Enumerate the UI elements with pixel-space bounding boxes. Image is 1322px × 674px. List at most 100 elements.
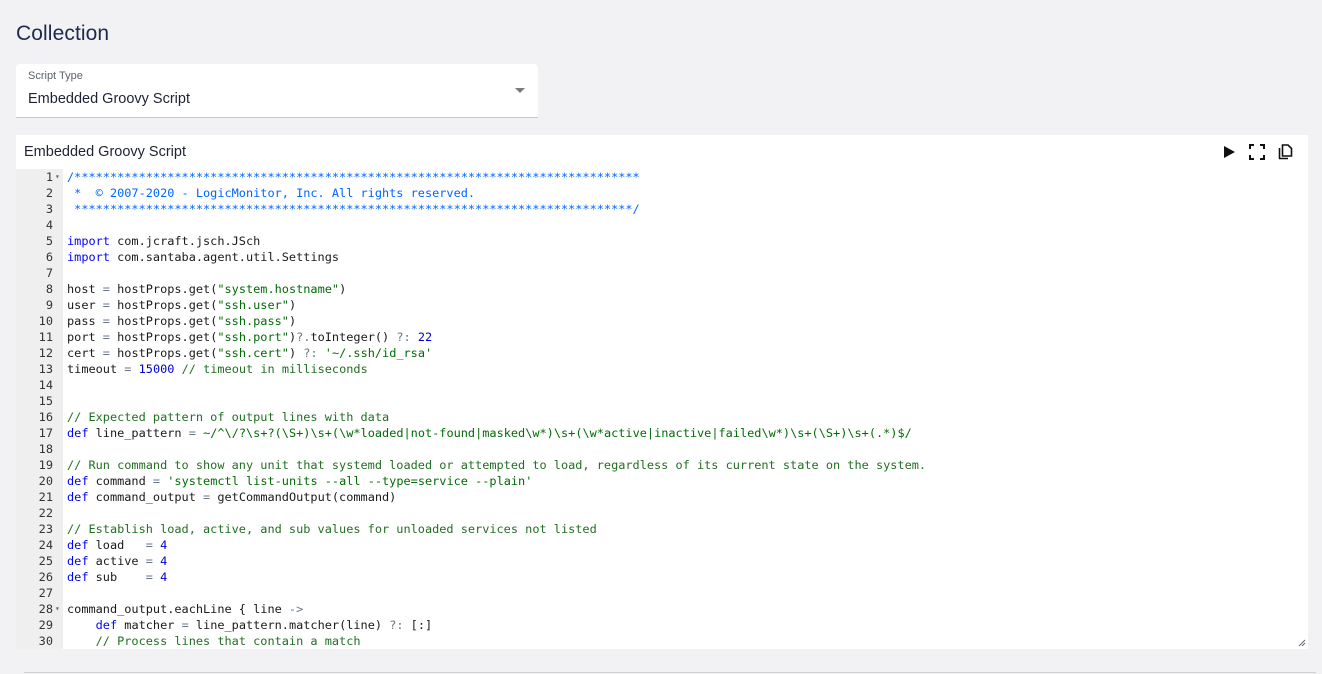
code-text: cert = hostProps.get("ssh.cert") ?: '~/.…: [67, 345, 432, 361]
code-line: 4: [16, 217, 1308, 233]
code-text: import com.jcraft.jsch.JSch: [67, 233, 260, 249]
code-token-doc: * © 2007-2020 - LogicMonitor, Inc. All r…: [67, 186, 476, 200]
code-editor[interactable]: 1 ▾/*************************************…: [16, 169, 1308, 649]
fold-toggle-icon[interactable]: ▾: [55, 601, 60, 617]
code-token-plain: matcher: [117, 618, 182, 632]
code-token-op: =: [102, 282, 110, 296]
code-text: def active = 4: [67, 553, 167, 569]
code-token-plain: port: [67, 330, 103, 344]
line-number: 20: [38, 474, 53, 488]
code-token-plain: active: [88, 554, 146, 568]
code-token-plain: [:]: [403, 618, 433, 632]
code-token-plain: sub: [88, 570, 146, 584]
code-token-number: 4: [160, 570, 168, 584]
code-line: 30 // Process lines that contain a match: [16, 633, 1308, 649]
code-text: // Run command to show any unit that sys…: [67, 457, 926, 473]
code-text: /***************************************…: [67, 169, 640, 185]
script-type-select[interactable]: Script Type Embedded Groovy Script: [16, 64, 538, 118]
editor-title: Embedded Groovy Script: [24, 144, 186, 160]
fullscreen-button[interactable]: [1248, 143, 1266, 161]
line-number: 8: [45, 282, 53, 296]
code-line: 27: [16, 585, 1308, 601]
code-line: 23 // Establish load, active, and sub val…: [16, 521, 1308, 537]
code-token-str: "ssh.pass": [217, 314, 289, 328]
code-token-number: 22: [417, 330, 433, 344]
code-token-op: =: [102, 346, 110, 360]
code-line: 6 import com.santaba.agent.util.Settings: [16, 249, 1308, 265]
code-token-op: =: [145, 570, 153, 584]
line-number: 17: [38, 426, 53, 440]
code-line: 25 def active = 4: [16, 553, 1308, 569]
editor-toolbar: [1220, 143, 1294, 161]
code-token-plain: ): [288, 298, 297, 312]
code-line: 8 host = hostProps.get("system.hostname"): [16, 281, 1308, 297]
code-text: def command_output = getCommandOutput(co…: [67, 489, 396, 505]
code-text: timeout = 15000 // timeout in millisecon…: [67, 361, 368, 377]
code-text: user = hostProps.get("ssh.user"): [67, 297, 296, 313]
collection-heading: Collection: [16, 22, 110, 45]
line-number: 22: [38, 506, 53, 520]
code-token-op: =: [145, 554, 153, 568]
code-line: 22: [16, 505, 1308, 521]
line-number: 23: [38, 522, 53, 536]
code-token-plain: toInteger(): [310, 330, 397, 344]
run-script-button[interactable]: [1220, 143, 1238, 161]
code-token-doc: ****************************************…: [67, 202, 640, 216]
code-token-str: 'systemctl list-units --all --type=servi…: [167, 474, 533, 488]
code-token-plain: command_output.eachLine { line: [67, 602, 289, 616]
code-line: 9 user = hostProps.get("ssh.user"): [16, 297, 1308, 313]
line-number: 12: [38, 346, 53, 360]
code-text: host = hostProps.get("system.hostname"): [67, 281, 346, 297]
code-token-plain: ): [288, 346, 304, 360]
code-token-keyword: def: [95, 618, 118, 632]
code-token-op: =: [181, 618, 189, 632]
line-number: 5: [45, 234, 53, 248]
code-token-op: =: [102, 314, 110, 328]
line-number: 30: [38, 634, 53, 648]
code-line: 26 def sub = 4: [16, 569, 1308, 585]
code-line: 14: [16, 377, 1308, 393]
code-token-plain: command: [88, 474, 153, 488]
line-number: 14: [38, 378, 53, 392]
code-token-str: '~/.ssh/id_rsa': [324, 346, 433, 360]
code-token-number: 4: [160, 554, 168, 568]
code-line: 18: [16, 441, 1308, 457]
code-token-keyword: import: [67, 250, 110, 264]
code-token-op: ?.: [296, 330, 311, 344]
code-token-plain: timeout: [67, 362, 125, 376]
code-text: port = hostProps.get("ssh.port")?.toInte…: [67, 329, 432, 345]
code-text: import com.santaba.agent.util.Settings: [67, 249, 339, 265]
code-token-op: ?:: [389, 618, 404, 632]
code-text: pass = hostProps.get("ssh.pass"): [67, 313, 296, 329]
code-text: def command = 'systemctl list-units --al…: [67, 473, 532, 489]
code-token-keyword: def: [67, 570, 89, 584]
code-line: 13 timeout = 15000 // timeout in millisec…: [16, 361, 1308, 377]
code-line: 21 def command_output = getCommandOutput(…: [16, 489, 1308, 505]
script-type-value: Embedded Groovy Script: [28, 91, 190, 107]
resize-handle-icon[interactable]: [1298, 639, 1306, 647]
play-icon: [1224, 146, 1235, 158]
fold-toggle-icon[interactable]: ▾: [55, 169, 60, 185]
line-number: 29: [38, 618, 53, 632]
code-line: 15: [16, 393, 1308, 409]
code-text: // Process lines that contain a match: [67, 633, 361, 649]
code-text: command_output.eachLine { line ->: [67, 601, 303, 617]
line-number: 16: [38, 410, 53, 424]
code-line: 1 ▾ /*************************************…: [16, 169, 1308, 185]
code-line: 7: [16, 265, 1308, 281]
code-token-number: 4: [160, 538, 168, 552]
code-token-keyword: import: [67, 234, 110, 248]
code-token-plain: ): [288, 314, 297, 328]
copy-button[interactable]: [1276, 143, 1294, 161]
line-number: 4: [45, 218, 53, 232]
code-token-op: ->: [288, 602, 304, 616]
code-token-str: "ssh.port": [217, 330, 289, 344]
code-token-plain: getCommandOutput(command): [210, 490, 397, 504]
code-line: 20 def command = 'systemctl list-units --…: [16, 473, 1308, 489]
code-token-plain: load: [88, 538, 146, 552]
chevron-down-icon[interactable]: [515, 88, 525, 93]
line-number: 21: [38, 490, 53, 504]
